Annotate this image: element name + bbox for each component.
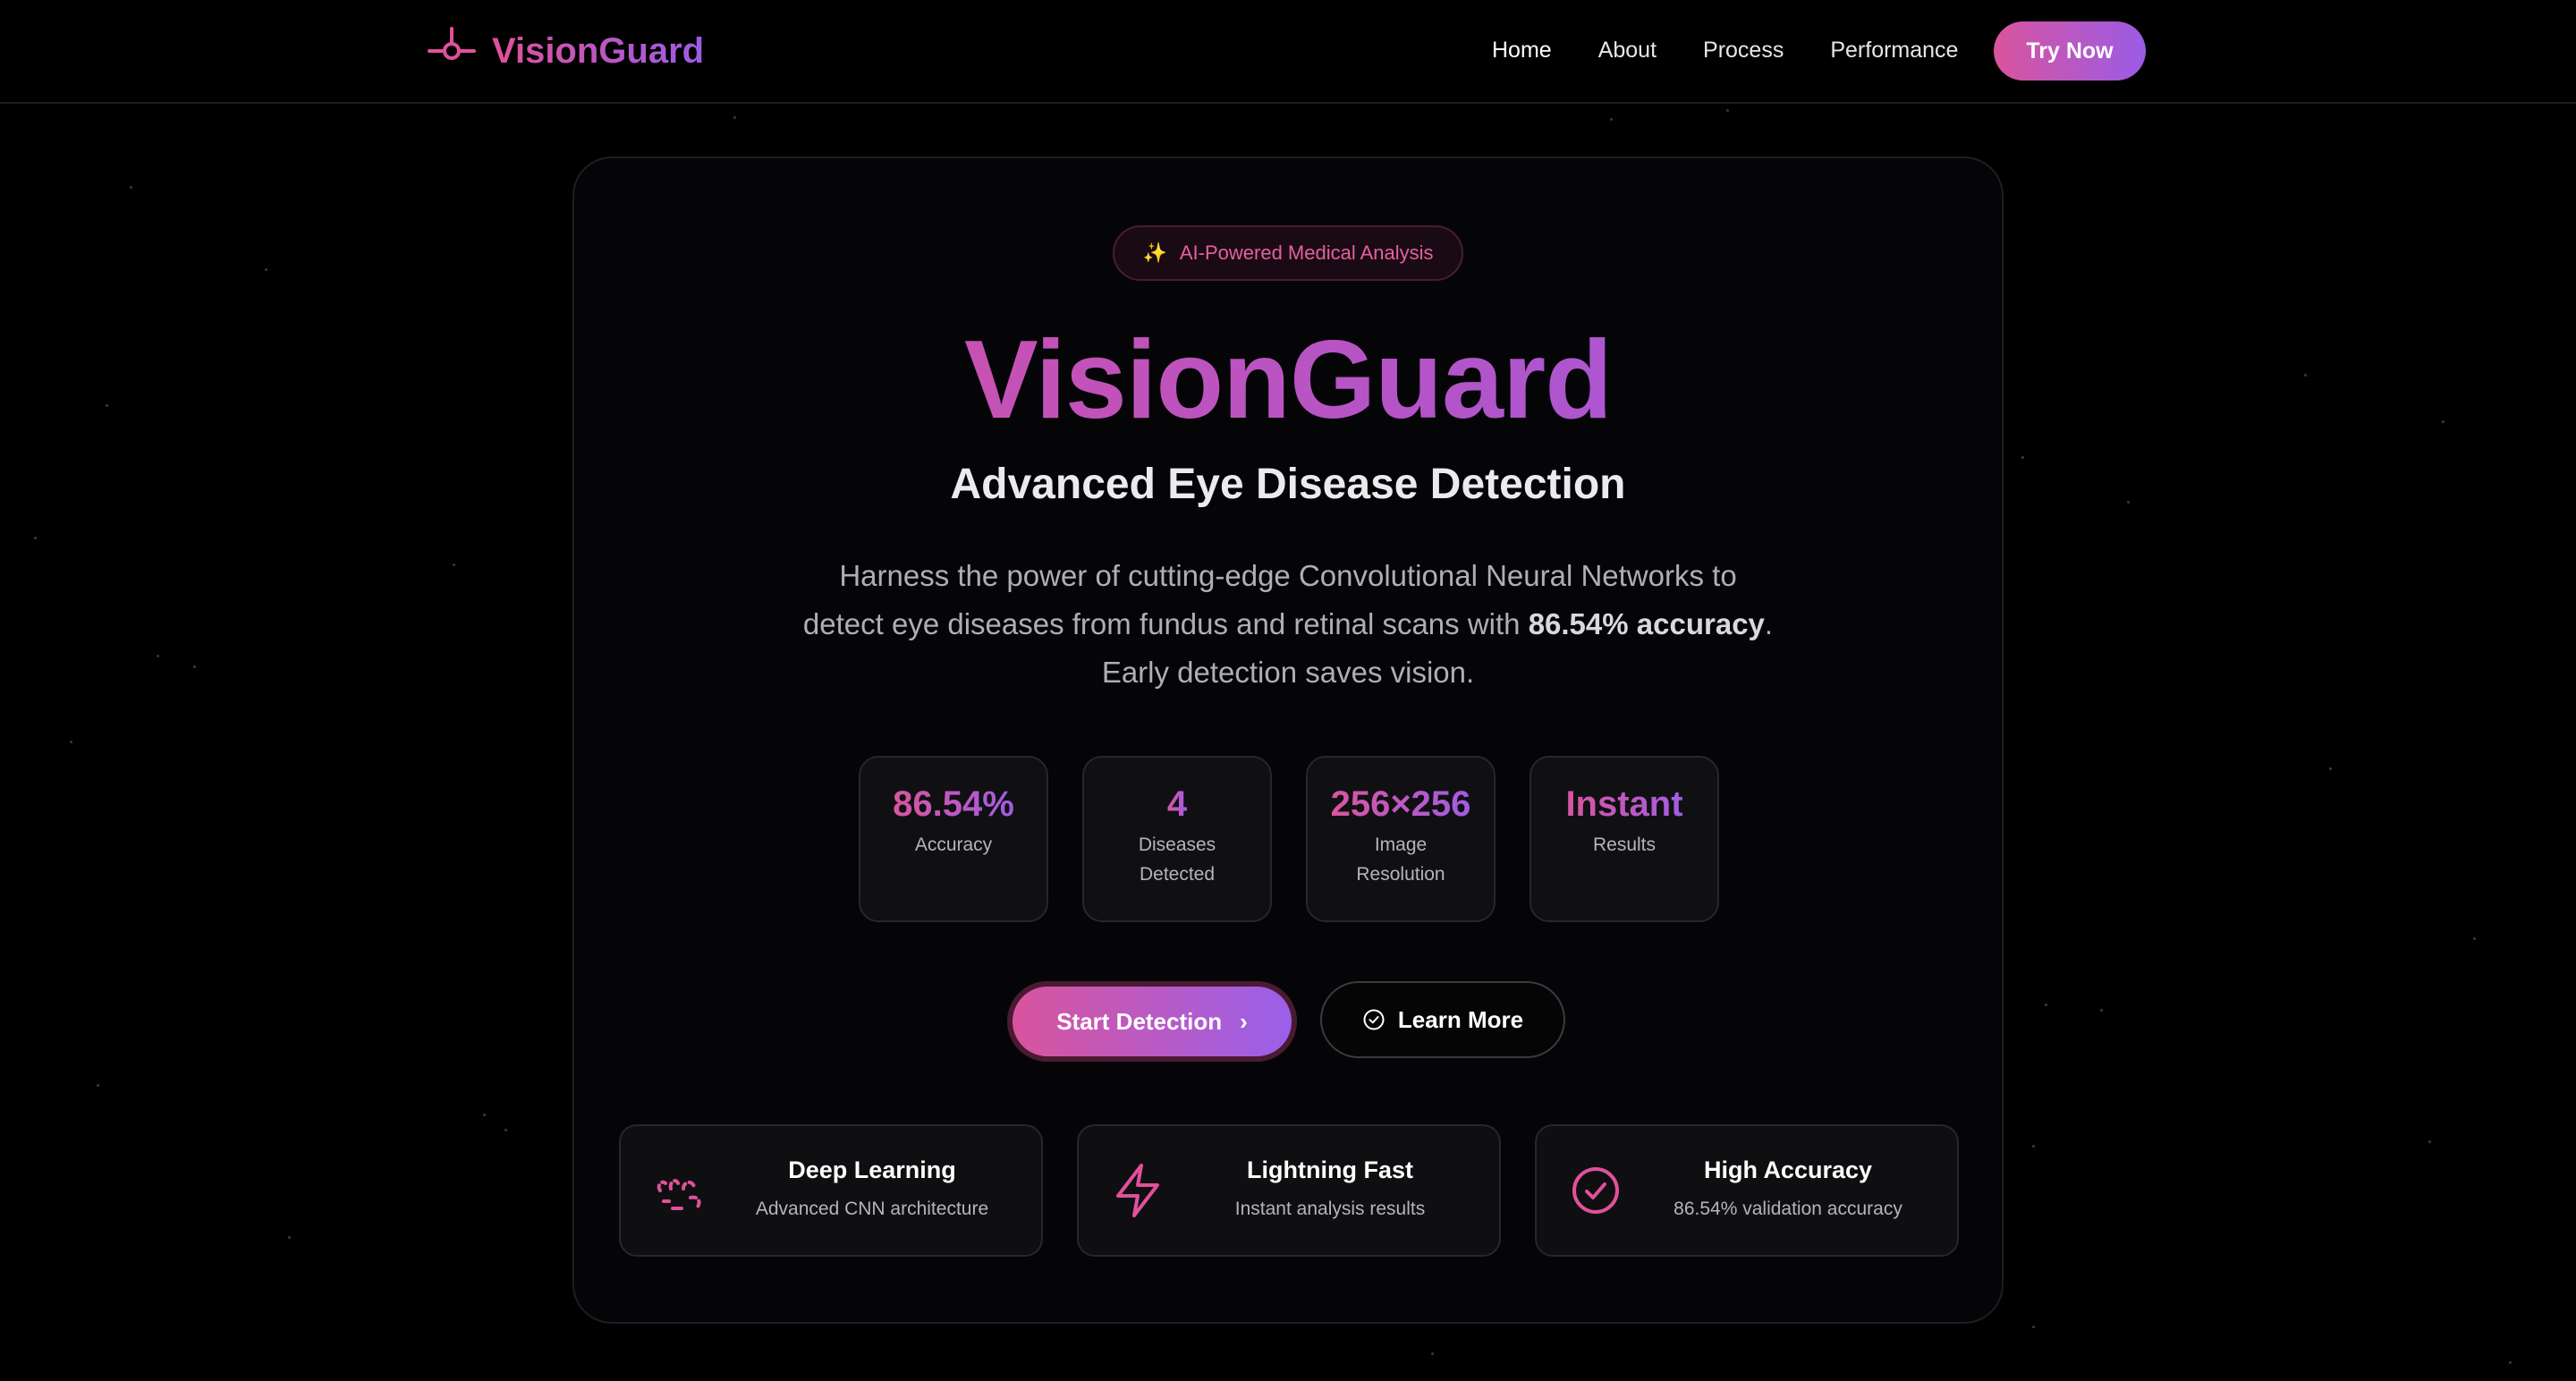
feature-text: Deep Learning Advanced CNN architecture [721,1156,1023,1220]
hero-title: VisionGuard [574,319,2002,442]
feature-title: High Accuracy [1703,1156,1873,1183]
hero-subtitle: Advanced Eye Disease Detection [950,461,1626,508]
feature-title: Lightning Fast [1247,1156,1413,1183]
features-row: Deep Learning Advanced CNN architecture … [619,1124,1959,1257]
start-detection-button[interactable]: Start Detection › [1007,981,1297,1062]
stat-value: Instant [1565,784,1683,824]
badge-label: AI-Powered Medical Analysis [1179,241,1434,264]
stat-value: 86.54% [893,784,1014,824]
ai-badge: ✨ AI-Powered Medical Analysis [1113,225,1463,281]
feature-text: Lightning Fast Instant analysis results [1179,1156,1481,1220]
stat-value: 4 [1166,784,1188,824]
stat-label: Diseases Detected [1138,835,1216,885]
start-detection-label: Start Detection [1056,1007,1223,1035]
stat-value: 256×256 [1330,784,1471,824]
stats-row: 86.54% Accuracy 4 Diseases Detected 256×… [859,756,1719,922]
feature-description: 86.54% validation accuracy [1674,1199,1902,1219]
hero-card: ✨ AI-Powered Medical Analysis VisionGuar… [572,157,2004,1324]
feature-card-high-accuracy: High Accuracy 86.54% validation accuracy [1535,1124,1959,1257]
stat-card-resolution: 256×256 Image Resolution [1306,756,1496,922]
try-now-button[interactable]: Try Now [1994,21,2146,80]
brand-name: VisionGuard [492,30,705,71]
chevron-right-icon: › [1240,1007,1248,1035]
feature-title: Deep Learning [788,1156,956,1183]
sparkle-icon: ✨ [1142,241,1167,264]
learn-more-button[interactable]: Learn More [1320,981,1565,1058]
stat-card-results: Instant Results [1530,756,1719,922]
check-circle-icon [1363,1009,1385,1030]
description-accuracy: 86.54% accuracy [1528,607,1765,640]
feature-description: Instant analysis results [1234,1199,1426,1219]
stat-label: Accuracy [914,835,993,855]
lightning-icon [1116,1164,1159,1217]
stat-label: Results [1592,835,1657,855]
learn-more-label: Learn More [1397,1005,1524,1033]
hero-description: Harness the power of cutting-edge Convol… [798,552,1778,697]
nav-link-performance[interactable]: Performance [1830,38,1958,64]
feature-card-deep-learning: Deep Learning Advanced CNN architecture [619,1124,1043,1257]
nav-link-home[interactable]: Home [1492,38,1552,64]
feature-description: Advanced CNN architecture [755,1199,989,1219]
top-navbar: VisionGuard Home About Process Performan… [0,0,2576,104]
check-circle-icon [1572,1167,1619,1214]
brain-icon [657,1179,701,1210]
feature-text: High Accuracy 86.54% validation accuracy [1637,1156,1939,1220]
nav-links: Home About Process Performance [1492,32,1958,68]
nav-link-process[interactable]: Process [1703,38,1784,64]
stat-card-accuracy: 86.54% Accuracy [859,756,1048,922]
stat-card-diseases: 4 Diseases Detected [1082,756,1272,922]
stat-label: Image Resolution [1356,835,1445,885]
crosshair-eye-icon [428,27,476,60]
feature-card-lightning-fast: Lightning Fast Instant analysis results [1077,1124,1501,1257]
nav-link-about[interactable]: About [1598,38,1657,64]
brand-logo[interactable]: VisionGuard [428,25,704,77]
